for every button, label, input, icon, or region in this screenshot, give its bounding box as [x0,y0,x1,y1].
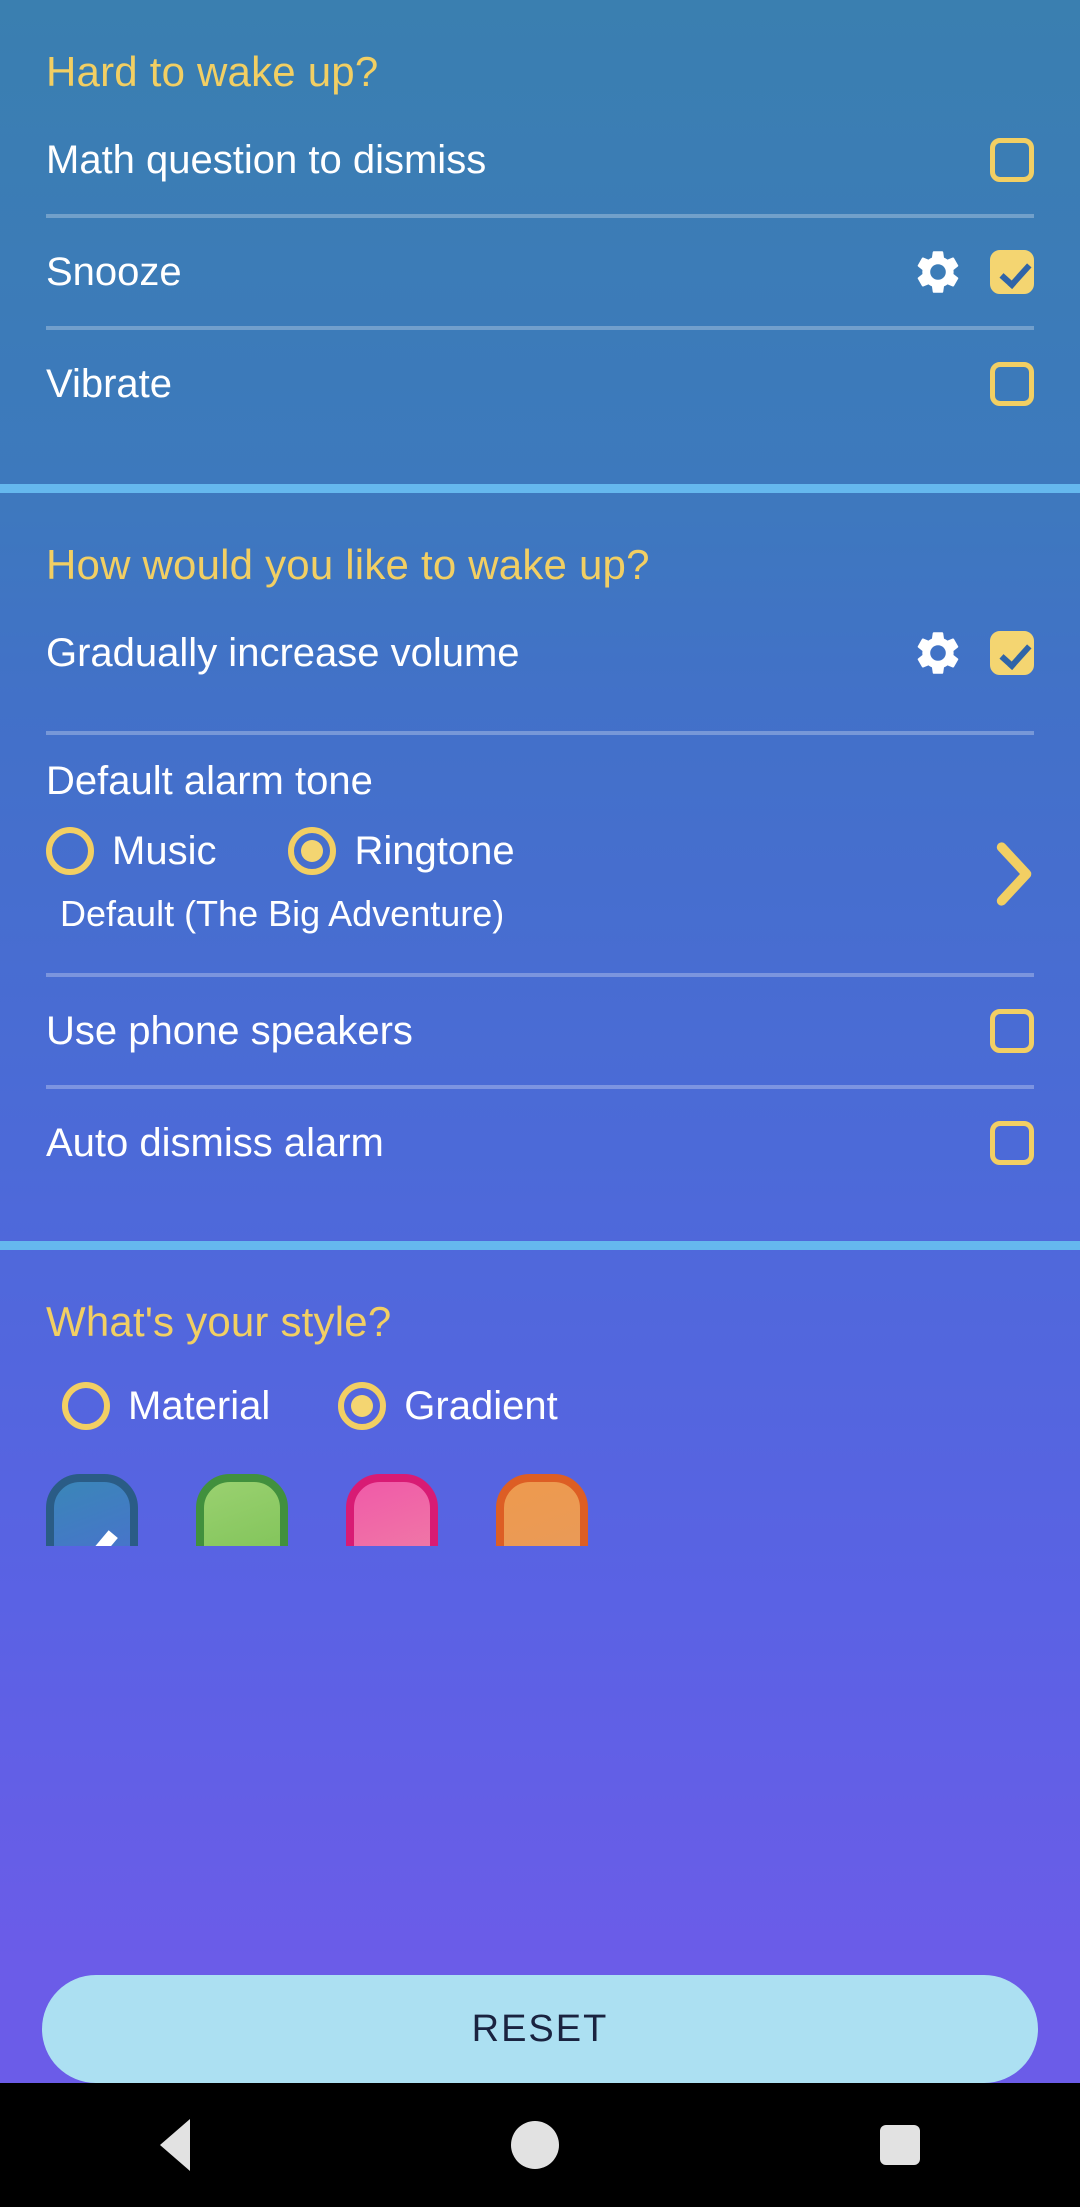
section-title: Hard to wake up? [46,48,379,95]
row-auto-dismiss-alarm[interactable]: Auto dismiss alarm [0,1089,1080,1197]
use-phone-speakers-checkbox[interactable] [990,1009,1034,1053]
chevron-right-icon[interactable] [992,841,1038,907]
radio-option-ringtone[interactable]: Ringtone [288,827,515,875]
reset-button-container: RESET [0,1975,1080,2083]
swatch-green[interactable] [196,1474,288,1546]
section-separator [0,484,1080,493]
swatch-pink[interactable] [346,1474,438,1546]
row-use-phone-speakers[interactable]: Use phone speakers [0,977,1080,1085]
swatch-orange[interactable] [496,1474,588,1546]
gear-icon[interactable] [912,627,964,679]
gradient-radio[interactable] [338,1382,387,1430]
row-label: Math question to dismiss [46,137,487,182]
radio-label: Ringtone [354,828,515,873]
radio-option-gradient[interactable]: Gradient [338,1382,558,1430]
snooze-checkbox[interactable] [990,250,1034,294]
current-alarm-tone: Default (The Big Adventure) [60,893,505,934]
radio-option-music[interactable]: Music [46,827,216,875]
style-radio-group: Material Gradient [0,1382,1080,1430]
radio-label: Music [112,828,217,873]
section-hard-to-wake-up: Hard to wake up? Math question to dismis… [0,0,1080,484]
row-label: Snooze [46,249,182,294]
row-label: Auto dismiss alarm [46,1120,384,1165]
section-how-to-wake-up: How would you like to wake up? Gradually… [0,493,1080,1241]
block-default-alarm-tone: Default alarm tone Music Ringtone Defaul… [0,735,1080,973]
alarm-settings-screen: Hard to wake up? Math question to dismis… [0,0,1080,2207]
row-snooze[interactable]: Snooze [0,218,1080,326]
section-separator [0,1241,1080,1250]
auto-dismiss-alarm-checkbox[interactable] [990,1121,1034,1165]
section-whats-your-style: What's your style? Material Gradient [0,1250,1080,1546]
default-alarm-tone-label-row: Default alarm tone [0,735,1080,827]
alarm-tone-radio-group: Music Ringtone [0,827,1080,906]
math-question-checkbox[interactable] [990,138,1034,182]
theme-swatch-list [0,1474,1080,1546]
home-button-icon[interactable] [510,2121,559,2169]
ringtone-radio[interactable] [288,827,337,875]
section-title: What's your style? [46,1298,392,1345]
recents-button-icon[interactable] [879,2125,920,2165]
vibrate-checkbox[interactable] [990,362,1034,406]
row-label: Gradually increase volume [46,630,520,675]
check-icon [60,1518,118,1546]
section-title: How would you like to wake up? [46,541,650,588]
material-radio[interactable] [62,1382,110,1430]
android-navigation-bar [0,2083,1080,2207]
music-radio[interactable] [46,827,94,875]
gear-icon[interactable] [912,246,964,298]
back-button-icon[interactable] [160,2119,191,2171]
radio-label: Gradient [404,1383,558,1428]
row-vibrate[interactable]: Vibrate [0,330,1080,438]
reset-button[interactable]: RESET [42,1975,1038,2083]
row-label: Vibrate [46,361,173,406]
row-math-question[interactable]: Math question to dismiss [0,106,1080,214]
radio-label: Material [128,1383,271,1428]
radio-option-material[interactable]: Material [62,1382,270,1430]
gradually-increase-volume-checkbox[interactable] [990,631,1034,675]
row-label: Use phone speakers [46,1008,413,1053]
default-alarm-tone-label: Default alarm tone [46,758,373,803]
swatch-blue[interactable] [46,1474,138,1546]
row-gradually-increase-volume[interactable]: Gradually increase volume [0,599,1080,707]
